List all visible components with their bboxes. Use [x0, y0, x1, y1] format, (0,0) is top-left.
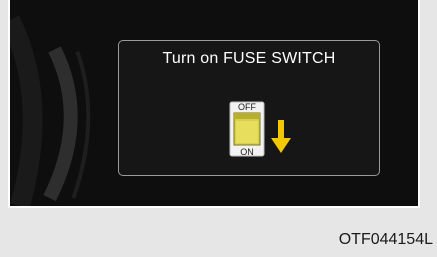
arrow-down-icon [271, 120, 291, 153]
off-label: OFF [238, 102, 256, 112]
fuse-switch-icon: OFF ON [229, 101, 265, 157]
cluster-display: Turn on FUSE SWITCH OFF ON [8, 0, 420, 208]
message-screen: Turn on FUSE SWITCH OFF ON [118, 40, 380, 176]
image-code: OTF044154L [338, 231, 433, 248]
on-label: ON [240, 147, 254, 157]
warning-message: Turn on FUSE SWITCH [162, 50, 336, 67]
